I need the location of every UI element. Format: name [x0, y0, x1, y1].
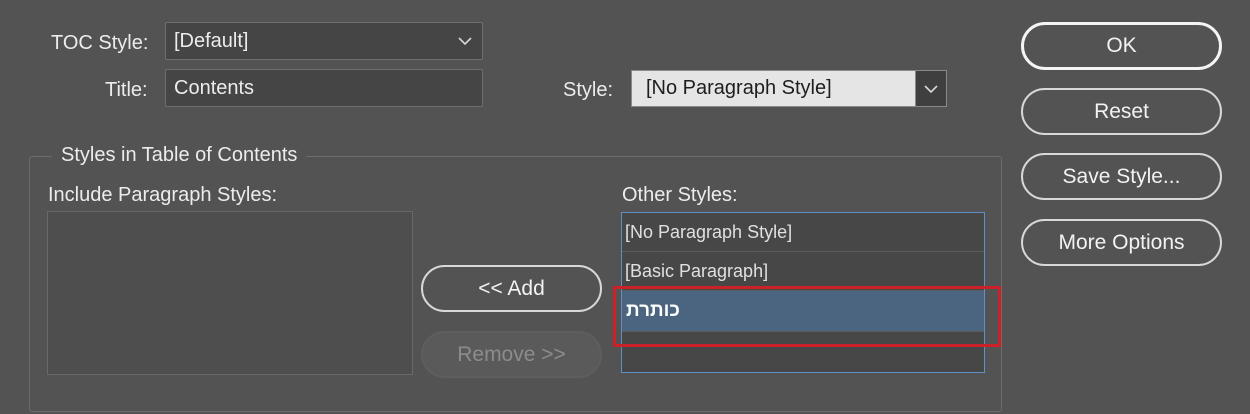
other-styles-label: Other Styles:	[622, 184, 738, 206]
include-paragraph-styles-label: Include Paragraph Styles:	[48, 184, 278, 206]
remove-button[interactable]: Remove >>	[421, 331, 602, 378]
title-input[interactable]: Contents	[165, 69, 483, 107]
toc-style-value: [Default]	[174, 29, 249, 52]
ok-button[interactable]: OK	[1021, 22, 1222, 70]
reset-button[interactable]: Reset	[1021, 88, 1222, 135]
save-style-button[interactable]: Save Style...	[1021, 153, 1222, 200]
include-paragraph-styles-list[interactable]	[47, 211, 413, 375]
paragraph-style-dropdown-arrow[interactable]	[915, 71, 946, 106]
toc-style-dropdown[interactable]: [Default]	[165, 22, 483, 60]
list-item-selected[interactable]: כותרת	[622, 291, 984, 332]
list-item[interactable]: [Basic Paragraph]	[622, 252, 984, 291]
group-legend: Styles in Table of Contents	[52, 143, 307, 167]
chevron-down-icon	[924, 85, 938, 94]
add-button[interactable]: << Add	[421, 265, 602, 312]
list-item[interactable]: [No Paragraph Style]	[622, 213, 984, 252]
paragraph-style-value: [No Paragraph Style]	[632, 71, 915, 106]
toc-style-label: TOC Style:	[51, 32, 149, 54]
more-options-button[interactable]: More Options	[1021, 219, 1222, 266]
paragraph-style-dropdown[interactable]: [No Paragraph Style]	[631, 70, 947, 107]
title-label: Title:	[105, 79, 148, 101]
other-styles-list[interactable]: [No Paragraph Style] [Basic Paragraph] כ…	[621, 212, 985, 373]
style-label: Style:	[563, 79, 614, 101]
title-input-value: Contents	[174, 76, 255, 99]
chevron-down-icon	[458, 37, 472, 46]
